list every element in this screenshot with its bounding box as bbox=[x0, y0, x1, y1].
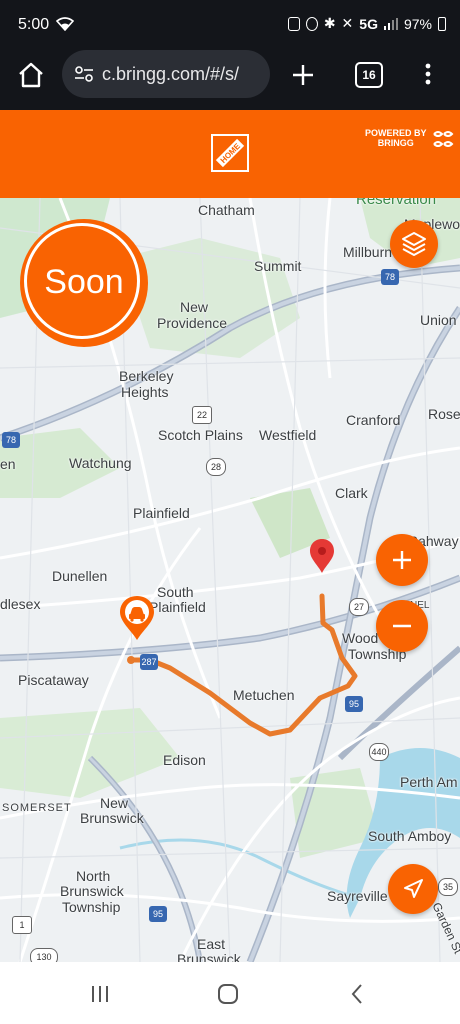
home-depot-logo: HOME bbox=[211, 134, 249, 172]
locate-icon bbox=[404, 879, 423, 898]
place-plainfield: Plainfield bbox=[133, 505, 190, 521]
shield-i78-right: 78 bbox=[381, 269, 399, 285]
network-type: 5G bbox=[359, 15, 378, 32]
place-perth-amboy: Perth Am bbox=[400, 774, 458, 790]
layers-button[interactable] bbox=[390, 220, 438, 268]
place-watchung: Watchung bbox=[69, 455, 132, 471]
place-sayreville: Sayreville bbox=[327, 888, 388, 904]
place-dunellen: Dunellen bbox=[52, 568, 108, 584]
recent-apps-icon[interactable] bbox=[88, 982, 112, 1006]
home-icon[interactable] bbox=[16, 60, 46, 90]
home-nav-icon[interactable] bbox=[216, 982, 240, 1006]
place-east-brunswick-2: Brunswick bbox=[177, 951, 241, 962]
wifi-icon bbox=[56, 17, 74, 31]
battery-icon bbox=[438, 16, 446, 31]
place-new-brunswick-2: Brunswick bbox=[80, 810, 144, 826]
place-nb-township-3: Township bbox=[62, 899, 121, 915]
system-nav-bar bbox=[0, 962, 460, 1024]
destination-pin-icon[interactable] bbox=[309, 538, 335, 574]
place-cranford: Cranford bbox=[346, 412, 401, 428]
place-nb-township-2: Brunswick bbox=[60, 883, 124, 899]
back-icon[interactable] bbox=[346, 982, 370, 1006]
place-woodbridge-1: Wood bbox=[342, 630, 379, 646]
bringg-logo bbox=[433, 131, 454, 147]
shield-i95-a: 95 bbox=[345, 696, 363, 712]
place-south-plainfield-2: Plainfield bbox=[149, 599, 206, 615]
place-berkeley-1: Berkeley bbox=[119, 368, 174, 384]
zoom-out-button[interactable] bbox=[376, 600, 428, 652]
place-millburn: Millburn bbox=[343, 244, 393, 260]
place-scotch-plains: Scotch Plains bbox=[158, 427, 243, 443]
shield-r130: 130 bbox=[30, 948, 58, 962]
signal-icon bbox=[383, 17, 398, 30]
shield-r1: 1 bbox=[12, 916, 32, 934]
status-icons: ✱ ✕ 5G 97% bbox=[287, 15, 446, 32]
browser-toolbar: c.bringg.com/#/s/ 16 bbox=[0, 48, 460, 110]
place-somerset: SOMERSET bbox=[2, 802, 72, 814]
place-edison: Edison bbox=[163, 752, 206, 768]
url-bar[interactable]: c.bringg.com/#/s/ bbox=[62, 50, 270, 98]
place-new-providence-2: Providence bbox=[157, 315, 228, 331]
place-berkeley-2: Heights bbox=[121, 384, 169, 400]
notification-icon bbox=[287, 16, 300, 31]
locate-button[interactable] bbox=[388, 864, 438, 914]
alarm-icon bbox=[305, 16, 318, 31]
place-new-brunswick-1: New bbox=[100, 795, 129, 811]
more-vert-icon[interactable] bbox=[420, 60, 436, 88]
place-summit: Summit bbox=[254, 258, 302, 274]
place-dlesex: dlesex bbox=[0, 596, 41, 612]
place-east-brunswick-1: East bbox=[197, 936, 226, 952]
layers-icon bbox=[402, 232, 426, 256]
place-south-amboy: South Amboy bbox=[368, 828, 452, 844]
bluetooth-icon: ✱ bbox=[323, 15, 336, 31]
place-metuchen: Metuchen bbox=[233, 687, 295, 703]
mute-icon: ✕ bbox=[341, 15, 354, 31]
shield-i95-b: 95 bbox=[149, 906, 167, 922]
place-south-plainfield-1: South bbox=[157, 584, 194, 600]
tune-icon[interactable] bbox=[74, 65, 94, 83]
place-union: Union bbox=[420, 312, 457, 328]
shield-r22: 22 bbox=[192, 406, 212, 424]
place-clark: Clark bbox=[335, 485, 368, 501]
shield-r440: 440 bbox=[369, 743, 389, 761]
place-chatham: Chatham bbox=[198, 202, 255, 218]
shield-i78-left: 78 bbox=[2, 432, 20, 448]
plus-icon[interactable] bbox=[290, 62, 316, 88]
zoom-in-icon bbox=[393, 551, 411, 569]
battery-level: 97% bbox=[403, 15, 432, 32]
shield-r35: 35 bbox=[438, 878, 458, 896]
zoom-in-button[interactable] bbox=[376, 534, 428, 586]
place-rose: Rose bbox=[428, 406, 460, 422]
tab-count-button[interactable]: 16 bbox=[355, 62, 383, 88]
place-reservation: Reservation bbox=[356, 198, 437, 208]
powered-by-label: POWERED BY BRINGG bbox=[365, 128, 427, 148]
car-pin-icon[interactable] bbox=[117, 594, 157, 664]
url-text: c.bringg.com/#/s/ bbox=[102, 64, 240, 84]
zoom-out-icon bbox=[393, 624, 411, 628]
shield-r28: 28 bbox=[206, 458, 226, 476]
route-line bbox=[129, 593, 358, 737]
status-bar: 5:00 ✱ ✕ 5G 97% bbox=[0, 0, 460, 48]
place-piscataway: Piscataway bbox=[18, 672, 89, 688]
place-en: en bbox=[0, 456, 16, 472]
shield-r27: 27 bbox=[349, 598, 369, 616]
eta-badge: Soon bbox=[20, 219, 148, 347]
place-new-providence-1: New bbox=[180, 299, 209, 315]
place-nb-township-1: North bbox=[76, 868, 111, 884]
status-time: 5:00 bbox=[18, 16, 50, 33]
place-westfield: Westfield bbox=[259, 427, 317, 443]
eta-label: Soon bbox=[44, 263, 124, 301]
